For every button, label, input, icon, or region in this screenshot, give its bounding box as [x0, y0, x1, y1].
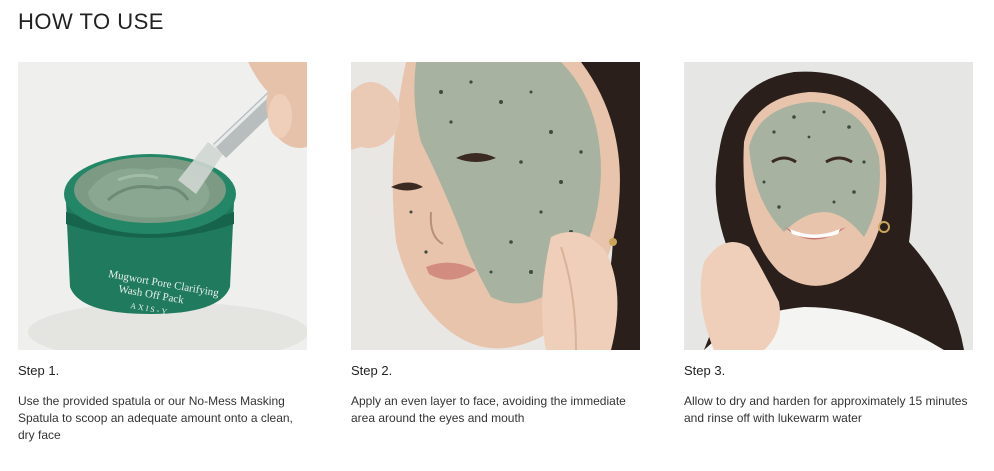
step-2-label: Step 2. [351, 363, 393, 378]
step-1: Mugwort Pore Clarifying Wash Off Pack AX… [18, 62, 307, 444]
step-2-description: Apply an even layer to face, avoiding th… [351, 394, 626, 425]
step-2: Step 2. Apply an even layer to face, avo… [351, 62, 640, 427]
step-3: Step 3. Allow to dry and harden for appr… [684, 62, 973, 427]
applying-mask-image [351, 62, 640, 350]
step-1-description: Use the provided spatula or our No-Mess … [18, 394, 293, 442]
smiling-with-mask-image [684, 62, 973, 350]
step-3-description: Allow to dry and harden for approximatel… [684, 394, 968, 425]
page-title: HOW TO USE [18, 9, 164, 34]
step-3-label: Step 3. [684, 363, 726, 378]
spatula-scooping-jar-image: Mugwort Pore Clarifying Wash Off Pack AX… [18, 62, 307, 350]
step-1-label: Step 1. [18, 363, 60, 378]
